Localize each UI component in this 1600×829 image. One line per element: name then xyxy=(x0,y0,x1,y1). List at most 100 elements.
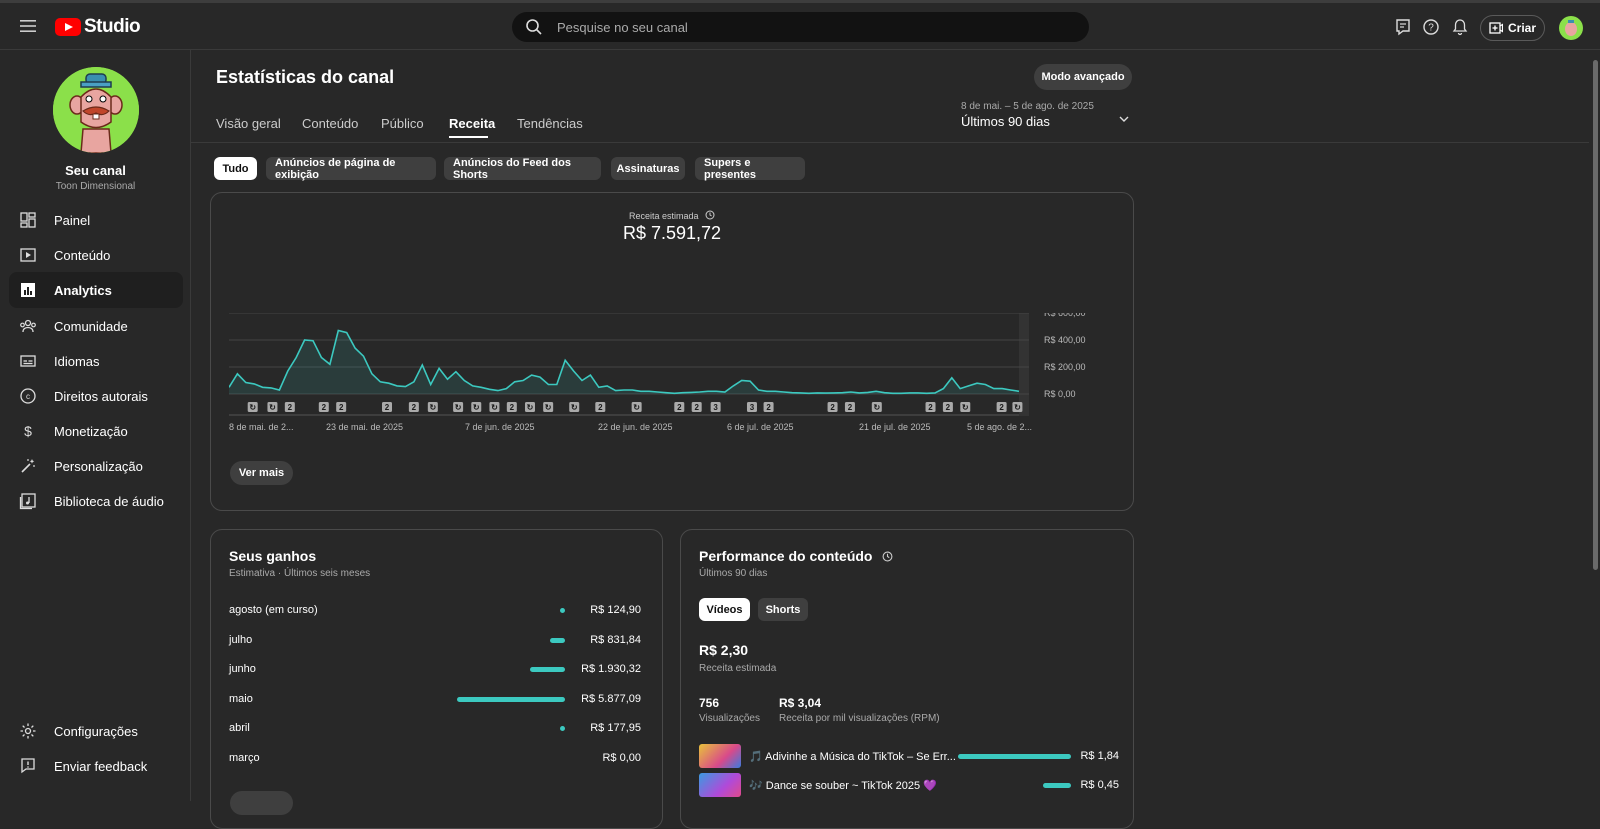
sidebar-item-configuracoes[interactable]: Configurações xyxy=(9,713,183,749)
sidebar-item-personalizacao[interactable]: Personalização xyxy=(9,448,183,484)
sidebar-item-label: Conteúdo xyxy=(54,247,111,263)
filter-chip-anuncios-feed-shorts[interactable]: Anúncios do Feed dos Shorts xyxy=(444,157,601,181)
chart-event-marker-label: 2 xyxy=(848,403,853,412)
create-label: Criar xyxy=(1507,21,1536,35)
help-icon[interactable]: ? xyxy=(1422,18,1440,36)
clock-icon[interactable] xyxy=(882,551,893,562)
earnings-row: abril R$ 177,95 xyxy=(229,719,641,739)
toggle-shorts[interactable]: Shorts xyxy=(758,598,808,621)
subtitles-icon[interactable] xyxy=(1394,18,1412,36)
chart-event-marker-label: 2 xyxy=(598,403,603,412)
sidebar-item-comunidade[interactable]: Comunidade xyxy=(9,308,183,344)
chart-event-marker-label: ↻ xyxy=(633,403,640,412)
chart-event-marker-label: 2 xyxy=(288,403,293,412)
create-icon xyxy=(1489,22,1503,34)
x-tick-label: 8 de mai. de 2... xyxy=(229,422,294,432)
page-title: Estatísticas do canal xyxy=(216,67,395,87)
performance-subtitle: Últimos 90 dias xyxy=(699,568,768,579)
tab-visao-geral[interactable]: Visão geral xyxy=(216,116,281,131)
search-bar[interactable] xyxy=(512,12,1089,42)
clock-icon[interactable] xyxy=(705,210,715,220)
create-button[interactable]: Criar xyxy=(1480,15,1545,41)
video-row[interactable]: 🎵 Adivinhe a Música do TikTok – Se Err..… xyxy=(699,744,1119,768)
sidebar-item-label: Idiomas xyxy=(54,353,100,369)
sidebar-item-monetizacao[interactable]: $ Monetização xyxy=(9,413,183,449)
y-tick-label: R$ 600,00 xyxy=(1044,313,1086,318)
video-thumbnail[interactable] xyxy=(699,773,741,797)
channel-avatar[interactable] xyxy=(53,67,139,153)
filter-chip-tudo[interactable]: Tudo xyxy=(214,157,257,180)
svg-text:$: $ xyxy=(24,423,32,439)
search-input[interactable] xyxy=(555,18,1039,36)
revenue-card: Receita estimada R$ 7.591,72 R$ 600,00 R$… xyxy=(210,192,1134,511)
earnings-month: abril xyxy=(229,722,250,734)
earnings-value: R$ 124,90 xyxy=(590,604,641,616)
filter-chip-assinaturas[interactable]: Assinaturas xyxy=(611,157,685,180)
tab-conteudo[interactable]: Conteúdo xyxy=(302,116,358,131)
filter-chip-anuncios-pagina-exibicao[interactable]: Anúncios de página de exibição xyxy=(266,157,436,181)
chart-event-marker-label: 3 xyxy=(713,403,718,412)
sidebar-item-conteudo[interactable]: Conteúdo xyxy=(9,237,183,273)
sidebar-item-label: Enviar feedback xyxy=(54,758,148,774)
revenue-chart[interactable]: R$ 600,00R$ 400,00R$ 200,00R$ 0,00↻ ↻ 2 2 2 2… xyxy=(229,313,1109,438)
advanced-mode-button[interactable]: Modo avançado xyxy=(1034,64,1132,90)
sidebar-item-analytics[interactable]: Analytics xyxy=(9,272,183,308)
top-bar: Studio ? Criar xyxy=(0,0,1600,50)
sidebar-item-label: Personalização xyxy=(54,458,143,474)
earnings-row: julho R$ 831,84 xyxy=(229,631,641,651)
chart-event-marker-label: ↻ xyxy=(491,403,498,412)
sidebar-item-biblioteca-de-audio[interactable]: Biblioteca de áudio xyxy=(9,483,183,519)
tab-publico[interactable]: Público xyxy=(381,116,424,131)
scrollbar-thumb[interactable] xyxy=(1593,60,1598,570)
chart-range-edge xyxy=(1019,313,1029,416)
sidebar-item-enviar-feedback[interactable]: Enviar feedback xyxy=(9,748,183,784)
search-icon[interactable] xyxy=(525,18,543,36)
earnings-bar xyxy=(457,696,565,702)
subtitles-icon xyxy=(20,355,36,367)
sidebar-item-painel[interactable]: Painel xyxy=(9,202,183,238)
bell-icon[interactable] xyxy=(1451,18,1469,36)
earnings-row: agosto (em curso) R$ 124,90 xyxy=(229,601,641,621)
revenue-total: R$ 7.591,72 xyxy=(622,223,722,243)
see-more-button[interactable]: Ver mais xyxy=(230,461,293,485)
date-range-selector[interactable]: Últimos 90 dias xyxy=(961,114,1050,129)
analytics-icon xyxy=(21,283,35,297)
chart-event-marker-label: ↻ xyxy=(249,403,256,412)
earnings-bar xyxy=(549,637,565,643)
filter-chip-supers-presentes[interactable]: Supers e presentes xyxy=(695,157,805,181)
chevron-down-icon[interactable] xyxy=(1117,112,1131,126)
menu-icon[interactable] xyxy=(19,17,37,35)
video-thumbnail[interactable] xyxy=(699,744,741,768)
y-tick-label: R$ 200,00 xyxy=(1044,362,1086,372)
tab-tendencias[interactable]: Tendências xyxy=(517,116,583,131)
dollar-icon: $ xyxy=(24,423,32,439)
earnings-more-button[interactable] xyxy=(230,791,293,815)
x-tick-label: 21 de jul. de 2025 xyxy=(859,422,931,432)
tab-receita[interactable]: Receita xyxy=(449,116,495,131)
logo-text: Studio xyxy=(84,16,141,37)
channel-avatar-image xyxy=(53,67,139,153)
avatar-image xyxy=(1565,20,1577,36)
toggle-videos[interactable]: Vídeos xyxy=(699,598,750,621)
video-title[interactable]: 🎶 Dance se souber ~ TikTok 2025 💜 xyxy=(749,779,937,792)
audio-library-icon xyxy=(19,493,36,510)
rpm-label: Receita por mil visualizações (RPM) xyxy=(779,713,940,724)
performance-title: Performance do conteúdo xyxy=(699,548,893,564)
feedback-icon xyxy=(21,758,35,774)
youtube-logo-icon xyxy=(55,18,81,36)
earnings-title: Seus ganhos xyxy=(229,548,317,564)
chart-event-marker-label: 2 xyxy=(999,403,1004,412)
earnings-row: maio R$ 5.877,09 xyxy=(229,690,641,710)
video-title[interactable]: 🎵 Adivinhe a Música do TikTok – Se Err..… xyxy=(749,750,956,763)
video-row[interactable]: 🎶 Dance se souber ~ TikTok 2025 💜 R$ 0,45 xyxy=(699,773,1119,797)
account-avatar[interactable] xyxy=(1559,16,1583,40)
date-range-text[interactable]: 8 de mai. – 5 de ago. de 2025 xyxy=(961,101,1094,112)
chart-event-marker-label: ↻ xyxy=(873,403,880,412)
sidebar-item-direitos-autorais[interactable]: c Direitos autorais xyxy=(9,378,183,414)
chart-event-marker-label: ↻ xyxy=(455,403,462,412)
chart-event-marker-label: 2 xyxy=(694,403,699,412)
sidebar-item-idiomas[interactable]: Idiomas xyxy=(9,343,183,379)
rpm-value: R$ 3,04 xyxy=(779,696,822,710)
studio-logo[interactable]: Studio xyxy=(55,15,141,39)
community-icon xyxy=(20,319,36,333)
